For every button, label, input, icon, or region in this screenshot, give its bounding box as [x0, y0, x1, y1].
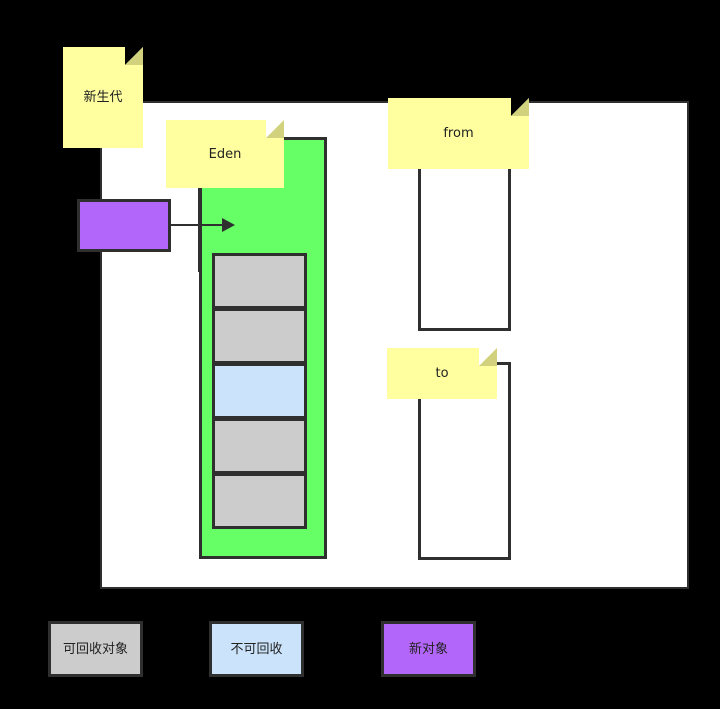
eden-connector-vertical — [198, 180, 200, 272]
new-object-arrow-icon — [222, 218, 235, 232]
legend-item-new-object-label: 新对象 — [408, 641, 448, 657]
note-from-label: from — [443, 126, 474, 141]
legend-item-new-object[interactable]: 新对象 — [381, 621, 476, 677]
legend-item-non-reclaimable-label: 不可回收 — [230, 641, 283, 657]
note-to[interactable]: to — [387, 348, 497, 399]
diagram-canvas: 新生代 Eden from to 可回收对象 不可回收 新对象 — [0, 0, 720, 709]
eden-cell-1[interactable] — [212, 253, 307, 309]
eden-cell-2[interactable] — [212, 308, 307, 364]
note-to-label: to — [435, 366, 449, 381]
legend-item-reclaimable[interactable]: 可回收对象 — [48, 621, 143, 677]
note-fold-icon — [511, 98, 529, 116]
note-eden-label: Eden — [208, 146, 242, 162]
eden-cell-3[interactable] — [212, 363, 307, 419]
note-young-generation-label: 新生代 — [83, 90, 123, 105]
note-fold-icon — [266, 120, 284, 138]
eden-cell-4[interactable] — [212, 418, 307, 474]
note-fold-icon — [125, 47, 143, 65]
eden-cell-5[interactable] — [212, 473, 307, 529]
note-eden[interactable]: Eden — [166, 120, 284, 188]
note-young-generation[interactable]: 新生代 — [63, 47, 143, 148]
note-from[interactable]: from — [388, 98, 529, 169]
new-object-connector — [170, 224, 223, 226]
legend-item-non-reclaimable[interactable]: 不可回收 — [209, 621, 304, 677]
legend-item-reclaimable-label: 可回收对象 — [62, 641, 128, 657]
note-fold-icon — [479, 348, 497, 366]
new-object-box[interactable] — [77, 199, 171, 252]
